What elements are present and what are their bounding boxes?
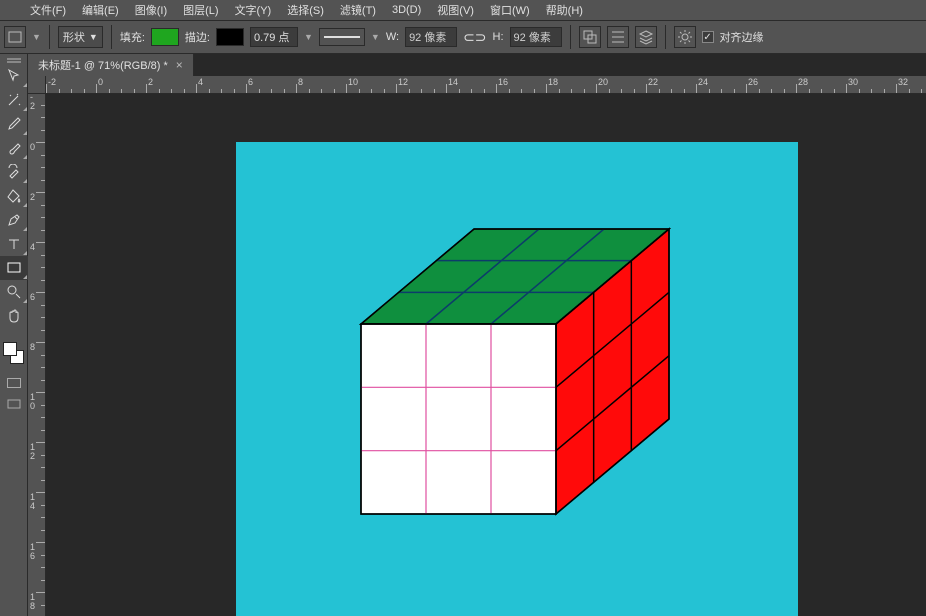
separator: [665, 25, 666, 49]
history-brush-tool[interactable]: [0, 160, 28, 184]
height-field[interactable]: 92 像素: [510, 27, 562, 47]
menu-window[interactable]: 窗口(W): [482, 0, 538, 21]
ruler-horizontal[interactable]: -20246810121416182022242628303234: [46, 76, 926, 94]
rectangle-icon: [7, 29, 23, 45]
hand-icon: [6, 308, 22, 324]
eyedropper-tool[interactable]: [0, 112, 28, 136]
foreground-background-colors[interactable]: [0, 338, 28, 372]
tab-bar-empty: [194, 54, 926, 76]
type-icon: [6, 236, 22, 252]
panel-grip[interactable]: [0, 54, 27, 64]
bucket-icon: [6, 188, 22, 204]
stack-icon: [638, 29, 654, 45]
quick-mask-toggle[interactable]: [0, 372, 28, 394]
document-tab-title: 未标题-1 @ 71%(RGB/8) *: [38, 57, 168, 73]
width-field[interactable]: 92 像素: [405, 27, 457, 47]
fill-label: 填充:: [120, 29, 145, 45]
menu-type[interactable]: 文字(Y): [227, 0, 280, 21]
rectangle-icon: [6, 260, 22, 276]
separator: [570, 25, 571, 49]
workspace: -20246810121416182022242628303234 -20246…: [28, 76, 926, 616]
menu-image[interactable]: 图像(I): [127, 0, 175, 21]
chevron-down-icon: ▼: [89, 32, 98, 42]
shape-mode-dropdown[interactable]: 形状 ▼: [58, 26, 103, 48]
fill-color-swatch[interactable]: [151, 28, 179, 46]
menu-3d[interactable]: 3D(D): [384, 1, 429, 19]
history-brush-icon: [6, 164, 22, 180]
menu-layer[interactable]: 图层(L): [175, 0, 226, 21]
screen-icon: [6, 397, 22, 413]
w-label: W:: [386, 31, 399, 43]
stroke-label: 描边:: [185, 29, 210, 45]
hand-tool[interactable]: [0, 304, 28, 328]
type-tool[interactable]: [0, 232, 28, 256]
gear-icon: [677, 29, 693, 45]
separator: [111, 25, 112, 49]
zoom-icon: [6, 284, 22, 300]
screen-mode-toggle[interactable]: [0, 394, 28, 416]
brush-icon: [6, 140, 22, 156]
brush-tool[interactable]: [0, 136, 28, 160]
document-tab-bar: 未标题-1 @ 71%(RGB/8) * ×: [28, 54, 926, 76]
foreground-color-swatch[interactable]: [3, 342, 17, 356]
zoom-tool[interactable]: [0, 280, 28, 304]
menu-view[interactable]: 视图(V): [429, 0, 482, 21]
link-wh-icon[interactable]: ⊂⊃: [463, 29, 486, 46]
path-arrange-button[interactable]: [635, 26, 657, 48]
pen-icon: [6, 212, 22, 228]
path-align-button[interactable]: [607, 26, 629, 48]
viewport[interactable]: [46, 94, 926, 616]
close-icon[interactable]: ×: [176, 58, 183, 72]
shape-mode-label: 形状: [63, 29, 85, 45]
align-edges-checkbox[interactable]: [702, 31, 714, 43]
stroke-style-dropdown[interactable]: [319, 28, 365, 46]
menu-filter[interactable]: 滤镜(T): [332, 0, 384, 21]
menu-select[interactable]: 选择(S): [279, 0, 332, 21]
h-label: H:: [493, 31, 504, 43]
menu-bar: 文件(F) 编辑(E) 图像(I) 图层(L) 文字(Y) 选择(S) 滤镜(T…: [0, 0, 926, 20]
menu-file[interactable]: 文件(F): [22, 0, 74, 21]
stroke-width-field[interactable]: 0.79 点: [250, 27, 298, 47]
document-tab[interactable]: 未标题-1 @ 71%(RGB/8) * ×: [28, 54, 194, 76]
align-icon: [610, 29, 626, 45]
rectangle-tool[interactable]: [0, 256, 28, 280]
ruler-vertical[interactable]: -202468101214161820: [28, 94, 46, 616]
gradient-tool[interactable]: [0, 184, 28, 208]
chevron-down-icon[interactable]: ▼: [32, 32, 41, 42]
gear-button[interactable]: [674, 26, 696, 48]
chevron-down-icon[interactable]: ▼: [304, 32, 313, 42]
square-overlap-icon: [582, 29, 598, 45]
wand-icon: [6, 92, 22, 108]
cube-artwork: [356, 224, 686, 534]
stroke-color-swatch[interactable]: [216, 28, 244, 46]
pen-tool[interactable]: [0, 208, 28, 232]
chevron-down-icon[interactable]: ▼: [371, 32, 380, 42]
path-combine-button[interactable]: [579, 26, 601, 48]
menu-help[interactable]: 帮助(H): [538, 0, 591, 21]
magic-wand-tool[interactable]: [0, 88, 28, 112]
options-bar: ▼ 形状 ▼ 填充: 描边: 0.79 点 ▼ ▼ W: 92 像素 ⊂⊃ H:…: [0, 20, 926, 54]
move-tool[interactable]: [0, 64, 28, 88]
tool-preset-picker[interactable]: [4, 26, 26, 48]
eyedropper-icon: [6, 116, 22, 132]
canvas[interactable]: [236, 142, 798, 616]
separator: [49, 25, 50, 49]
ruler-corner: [28, 76, 46, 94]
tools-panel: [0, 54, 28, 616]
menu-edit[interactable]: 编辑(E): [74, 0, 127, 21]
move-icon: [6, 68, 22, 84]
align-edges-label: 对齐边缘: [720, 29, 764, 45]
